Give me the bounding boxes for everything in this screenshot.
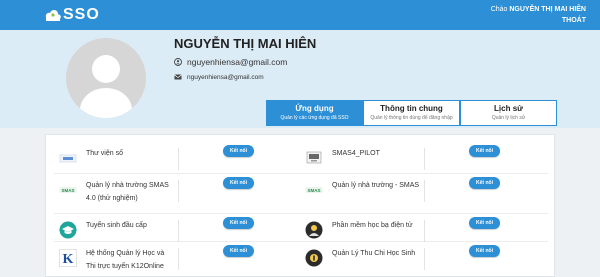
sso-logo[interactable]: SSO [44,7,100,23]
column-divider [178,148,179,170]
tab-title: Ứng dụng [295,104,334,113]
app-name: Phần mềm học bạ điện tử [332,222,413,229]
column-divider [424,248,425,270]
tab-title: Lịch sử [494,104,523,113]
email-row: nguyenhiensa@gmail.com [174,73,264,81]
username-row: nguyenhiensa@gmail.com [174,57,287,67]
app-name: Thư viện số [86,150,123,157]
app-item: SMAS Quản lý nhà trường - SMAS Kết nối [292,175,537,205]
app-name: Hệ thống Quản lý Học và Thi trực tuyến K… [86,250,165,270]
connect-button[interactable]: Kết nối [223,177,254,189]
graduation-cap-icon [59,221,77,239]
column-divider [178,248,179,270]
sso-logo-icon [44,8,62,22]
tab-history[interactable]: Lịch sử Quản lý lịch sử [460,100,557,126]
column-divider [178,180,179,202]
connect-button[interactable]: Kết nối [223,145,254,157]
column-divider [424,220,425,242]
app-name: Tuyển sinh đầu cấp [86,222,147,229]
user-box: Chào NGUYỄN THỊ MAI HIÊN THOÁT [491,4,586,26]
k12online-icon: K [59,249,77,267]
avatar [66,38,146,118]
app-name: Quản lý nhà trường - SMAS [332,182,420,189]
app-item: Quản Lý Thu Chi Học Sinh Kết nối [292,243,537,273]
app-item: K Hệ thống Quản lý Học và Thi trực tuyến… [46,243,291,273]
finance-icon [305,249,323,267]
column-divider [178,220,179,242]
application-list: Thư viện số Kết nối SMAS4_PILOT Kết nối … [45,134,555,277]
header-user-name[interactable]: NGUYỄN THỊ MAI HIÊN [509,6,586,13]
smas4-pilot-icon [305,149,323,167]
column-divider [424,180,425,202]
app-item: Tuyển sinh đầu cấp Kết nối [46,215,291,245]
row-divider [54,213,548,214]
app-name: Quản Lý Thu Chi Học Sinh [332,250,416,257]
svg-text:SMAS: SMAS [307,188,320,193]
app-item: SMAS4_PILOT Kết nối [292,143,537,173]
app-item: SMAS Quản lý nhà trường SMAS 4.0 (thử ng… [46,175,291,205]
envelope-icon [174,73,182,81]
app-name: SMAS4_PILOT [332,150,380,157]
profile-email: nguyenhiensa@gmail.com [187,73,264,81]
profile-username: nguyenhiensa@gmail.com [187,57,288,67]
svg-text:K: K [63,252,74,267]
row-divider [54,173,548,174]
profile-name: NGUYỄN THỊ MAI HIÊN [174,36,317,51]
tab-bar: Ứng dụng Quản lý các ứng dụng đã SSO Thô… [266,100,557,126]
e-record-icon [305,221,323,239]
greeting-prefix: Chào [490,6,508,13]
app-name: Quản lý nhà trường SMAS 4.0 (thử nghiệm) [86,182,169,202]
user-silhouette-icon [80,55,132,118]
svg-text:SMAS: SMAS [61,188,74,193]
top-bar: SSO Chào NGUYỄN THỊ MAI HIÊN THOÁT [0,0,600,30]
connect-button[interactable]: Kết nối [469,217,500,229]
connect-button[interactable]: Kết nối [469,177,500,189]
smas-icon: SMAS [59,181,77,199]
tab-subtitle: Quản lý các ứng dụng đã SSO [280,115,349,121]
tab-subtitle: Quản lý lịch sử [491,115,526,121]
tab-general-info[interactable]: Thông tin chung Quản lý thông tin dùng đ… [363,100,460,126]
connect-button[interactable]: Kết nối [223,217,254,229]
connect-button[interactable]: Kết nối [223,245,254,257]
user-icon [174,58,182,66]
tab-applications[interactable]: Ứng dụng Quản lý các ứng dụng đã SSO [266,100,363,126]
tab-title: Thông tin chung [380,104,443,113]
logo-text: SSO [63,6,100,23]
connect-button[interactable]: Kết nối [469,145,500,157]
smas-icon: SMAS [305,181,323,199]
column-divider [424,148,425,170]
connect-button[interactable]: Kết nối [469,245,500,257]
app-item: Phần mềm học bạ điện tử Kết nối [292,215,537,245]
tab-subtitle: Quản lý thông tin dùng để đăng nhập [370,115,453,121]
app-item: Thư viện số Kết nối [46,143,291,173]
digital-library-icon [59,149,77,167]
logout-link[interactable]: THOÁT [491,15,586,26]
